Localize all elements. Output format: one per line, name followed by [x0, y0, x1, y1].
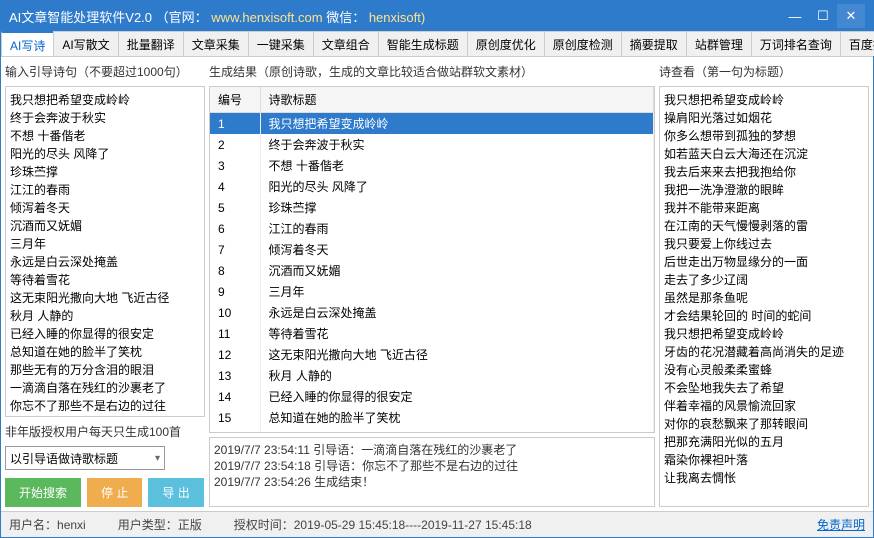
tab-12[interactable]: 百度推送	[840, 31, 874, 56]
tab-3[interactable]: 文章采集	[183, 31, 249, 56]
titlebar-text: AI文章智能处理软件V2.0 （官网： www.henxisoft.com 微信…	[9, 7, 781, 26]
tab-5[interactable]: 文章组合	[313, 31, 379, 56]
table-row[interactable]: 12这无束阳光撒向大地 飞近古径	[210, 344, 654, 365]
table-row[interactable]: 13秋月 人静的	[210, 365, 654, 386]
tab-2[interactable]: 批量翻译	[118, 31, 184, 56]
log-box: 2019/7/7 23:54:11 引导语：一滴滴自落在残红的沙裹老了2019/…	[209, 437, 655, 507]
tab-6[interactable]: 智能生成标题	[378, 31, 468, 56]
tab-4[interactable]: 一键采集	[248, 31, 314, 56]
tab-9[interactable]: 摘要提取	[621, 31, 687, 56]
table-row[interactable]: 4阳光的尽头 风降了	[210, 176, 654, 197]
select-value: 以引导语做诗歌标题	[10, 450, 118, 467]
minimize-button[interactable]: —	[781, 4, 809, 28]
table-row[interactable]: 14已经入睡的你显得的很安定	[210, 386, 654, 407]
weixin-label: 微信：	[326, 10, 365, 25]
titlebar: AI文章智能处理软件V2.0 （官网： www.henxisoft.com 微信…	[1, 1, 873, 31]
weixin-value: henxisoft)	[369, 10, 425, 25]
table-row[interactable]: 1我只想把希望变成岭岭	[210, 113, 654, 135]
status-user: 用户名：henxi	[9, 516, 86, 533]
website-label: （官网：	[156, 10, 208, 25]
disclaimer-link[interactable]: 免责声明	[817, 516, 865, 533]
input-header: 输入引导诗句（不要超过1000句）	[5, 61, 205, 82]
result-header: 生成结果（原创诗歌，生成的文章比较适合做站群软文素材）	[209, 61, 655, 82]
app-name: AI文章智能处理软件V2.0	[9, 10, 152, 25]
quota-text: 非年版授权用户每天只生成100首	[5, 421, 205, 442]
table-row[interactable]: 10永远是白云深处掩盖	[210, 302, 654, 323]
table-row[interactable]: 6江江的春雨	[210, 218, 654, 239]
tab-0[interactable]: AI写诗	[1, 31, 54, 56]
title-mode-select[interactable]: 以引导语做诗歌标题 ▾	[5, 446, 165, 470]
tab-8[interactable]: 原创度检测	[544, 31, 622, 56]
poem-header: 诗查看（第一句为标题）	[659, 61, 869, 82]
tab-1[interactable]: AI写散文	[53, 31, 118, 56]
chevron-down-icon: ▾	[155, 453, 160, 464]
status-auth: 授权时间：2019-05-29 15:45:18----2019-11-27 1…	[234, 516, 532, 533]
tab-11[interactable]: 万词排名查询	[751, 31, 841, 56]
maximize-button[interactable]: ☐	[809, 4, 837, 28]
export-button[interactable]: 导 出	[148, 478, 203, 507]
stop-button[interactable]: 停 止	[87, 478, 142, 507]
statusbar: 用户名：henxi 用户类型：正版 授权时间：2019-05-29 15:45:…	[1, 511, 873, 537]
status-type: 用户类型：正版	[118, 516, 202, 533]
table-row[interactable]: 11等待着雪花	[210, 323, 654, 344]
col-no[interactable]: 编号	[210, 87, 260, 113]
table-row[interactable]: 7倾泻着冬天	[210, 239, 654, 260]
table-row[interactable]: 2终于会奔波于秋实	[210, 134, 654, 155]
poem-view[interactable]: 我只想把希望变成岭岭操肩阳光落过如烟花你多么想带到孤独的梦想如若蓝天白云大海还在…	[659, 86, 869, 507]
result-table[interactable]: 编号 诗歌标题 1我只想把希望变成岭岭2终于会奔波于秋实3不想 十番偕老4阳光的…	[209, 86, 655, 433]
table-row[interactable]: 16那些无有的万分含泪的眼泪	[210, 428, 654, 433]
input-textarea[interactable]: 我只想把希望变成岭岭 终于会奔波于秋实 不想 十番偕老 阳光的尽头 风降了 珍珠…	[5, 86, 205, 417]
col-title[interactable]: 诗歌标题	[260, 87, 654, 113]
tab-10[interactable]: 站群管理	[686, 31, 752, 56]
tab-bar: AI写诗AI写散文批量翻译文章采集一键采集文章组合智能生成标题原创度优化原创度检…	[1, 31, 873, 57]
start-search-button[interactable]: 开始搜索	[5, 478, 81, 507]
table-row[interactable]: 9三月年	[210, 281, 654, 302]
table-row[interactable]: 3不想 十番偕老	[210, 155, 654, 176]
close-button[interactable]: ✕	[837, 4, 865, 28]
tab-7[interactable]: 原创度优化	[467, 31, 545, 56]
table-row[interactable]: 5珍珠苎撑	[210, 197, 654, 218]
table-row[interactable]: 8沉酒而又妩媚	[210, 260, 654, 281]
website-url: www.henxisoft.com	[211, 10, 322, 25]
table-row[interactable]: 15总知道在她的脸半了笑枕	[210, 407, 654, 428]
